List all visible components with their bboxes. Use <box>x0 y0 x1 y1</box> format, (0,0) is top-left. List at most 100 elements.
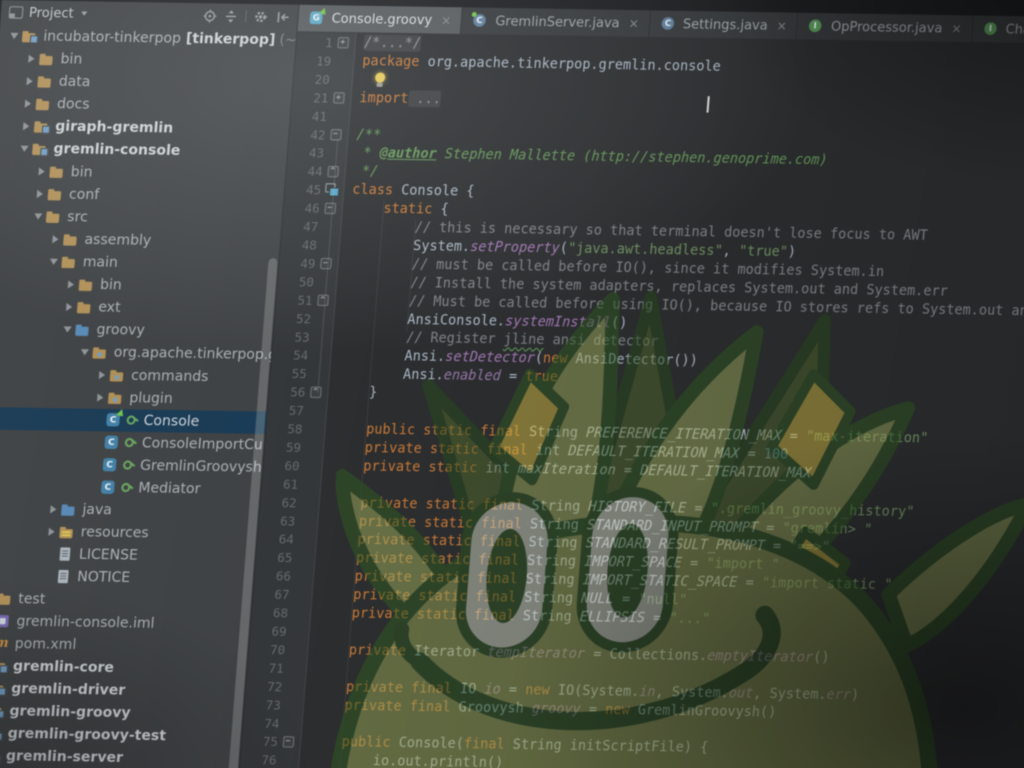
chevron-expanded-icon[interactable] <box>7 33 22 39</box>
fold-plus-icon[interactable]: + <box>337 37 349 48</box>
line-number[interactable]: 1 <box>296 34 333 50</box>
line-number[interactable]: 45 <box>285 181 322 197</box>
gutter-line-71[interactable]: 71 <box>247 658 307 677</box>
gutter-line-42[interactable]: 42− <box>289 124 349 143</box>
gutter-line-51[interactable]: 51 ^ <box>276 290 336 309</box>
line-number[interactable]: 73 <box>244 696 281 712</box>
tree-item-gremlin-server[interactable]: gremlin-server <box>0 744 240 768</box>
chevron-collapsed-icon[interactable] <box>62 303 77 311</box>
gutter-line-64[interactable]: 64 <box>257 529 317 548</box>
gutter-line-72[interactable]: 72 <box>246 676 306 695</box>
line-number[interactable]: 56 <box>269 383 306 399</box>
chevron-collapsed-icon[interactable] <box>21 100 36 108</box>
line-number[interactable]: 72 <box>246 678 283 694</box>
gutter-line-68[interactable]: 68 <box>251 603 311 622</box>
gutter-line-76[interactable]: 76 <box>240 750 300 768</box>
line-number[interactable]: 44 <box>286 163 323 179</box>
chevron-collapsed-icon[interactable] <box>44 528 59 536</box>
gutter-line-46[interactable]: 46− <box>283 198 343 217</box>
gutter-line-47[interactable]: 47 <box>282 216 342 235</box>
gutter-line-1[interactable]: 1+ <box>296 32 356 51</box>
line-number[interactable]: 68 <box>251 604 288 620</box>
line-number[interactable]: 41 <box>290 107 327 123</box>
gutter-line-60[interactable]: 60 <box>263 455 323 474</box>
chevron-collapsed-icon[interactable] <box>34 167 49 175</box>
line-number[interactable]: 51 <box>276 291 313 307</box>
line-number[interactable]: 49 <box>279 255 316 271</box>
gutter-line-19[interactable]: 19 <box>295 51 355 70</box>
chevron-expanded-icon[interactable] <box>60 326 75 332</box>
locate-icon[interactable] <box>203 9 217 22</box>
gutter-line-53[interactable]: 53 <box>273 327 333 346</box>
chevron-collapsed-icon[interactable] <box>24 55 39 63</box>
gutter-line-54[interactable]: 54 <box>272 345 332 364</box>
line-number[interactable]: 74 <box>243 715 280 731</box>
line-number[interactable]: 52 <box>275 310 312 326</box>
fold-end-icon[interactable]: ^ <box>317 294 329 305</box>
fold-end-icon[interactable]: ^ <box>309 386 321 397</box>
line-number[interactable]: 42 <box>289 126 326 142</box>
line-number[interactable]: 62 <box>260 494 297 510</box>
line-number[interactable]: 47 <box>282 218 319 234</box>
gutter-line-75[interactable]: 75− <box>241 731 301 750</box>
chevron-collapsed-icon[interactable] <box>19 122 34 130</box>
chevron-collapsed-icon[interactable] <box>22 77 37 85</box>
line-number[interactable]: 43 <box>287 144 324 160</box>
gutter-line-69[interactable]: 69 <box>250 621 310 640</box>
gutter-line-73[interactable]: 73 <box>244 695 304 714</box>
line-number[interactable]: 54 <box>272 347 309 363</box>
chevron-collapsed-icon[interactable] <box>64 280 79 288</box>
line-number[interactable]: 60 <box>263 457 300 473</box>
tab-gremlinserver-java[interactable]: CGremlinServer.java× <box>461 7 651 37</box>
line-number[interactable]: 70 <box>249 641 286 657</box>
fold-minus-icon[interactable]: − <box>320 257 332 268</box>
line-number[interactable]: 57 <box>267 402 304 418</box>
line-number[interactable]: 46 <box>283 199 320 215</box>
line-number[interactable]: 71 <box>247 659 284 675</box>
collapse-all-icon[interactable] <box>224 9 238 22</box>
gutter-line-55[interactable]: 55 <box>270 363 330 382</box>
line-number[interactable]: 58 <box>266 420 303 436</box>
gutter-line-44[interactable]: 44 ^ <box>286 161 346 180</box>
tab-opprocessor-java[interactable]: IOpProcessor.java× <box>797 13 974 42</box>
tab-channelizer-java[interactable]: IChannelizer.java <box>972 16 1024 45</box>
line-number[interactable]: 75 <box>241 733 278 749</box>
gutter-line-43[interactable]: 43 <box>287 143 347 162</box>
fold-plus-icon[interactable]: + <box>333 92 345 103</box>
line-number[interactable]: 50 <box>277 273 314 289</box>
gutter-line-74[interactable]: 74 <box>243 713 303 732</box>
chevron-collapsed-icon[interactable] <box>95 371 110 379</box>
code-viewport[interactable]: /*...*/package org.apache.tinkerpop.grem… <box>294 33 1024 768</box>
line-number[interactable]: 59 <box>264 439 301 455</box>
chevron-expanded-icon[interactable] <box>17 146 32 152</box>
chevron-expanded-icon[interactable] <box>46 259 61 265</box>
fold-minus-icon[interactable]: − <box>330 129 342 140</box>
gutter-line-65[interactable]: 65 <box>256 547 316 566</box>
close-icon[interactable]: × <box>441 13 452 27</box>
line-number[interactable]: 65 <box>256 549 293 565</box>
chevron-collapsed-icon[interactable] <box>93 393 108 401</box>
chevron-down-icon[interactable] <box>82 12 88 16</box>
gutter-line-61[interactable]: 61 <box>261 474 321 493</box>
fold-end-icon[interactable]: ^ <box>327 165 339 176</box>
line-number[interactable]: 66 <box>254 567 291 583</box>
gutter-line-49[interactable]: 49− <box>279 253 339 272</box>
gutter-line-70[interactable]: 70 <box>248 639 308 658</box>
gutter-line-58[interactable]: 58 <box>266 419 326 438</box>
line-number[interactable]: 67 <box>253 586 290 602</box>
close-icon[interactable]: × <box>951 21 962 35</box>
gutter-line-56[interactable]: 56^ <box>269 382 329 401</box>
gutter-line-67[interactable]: 67 <box>253 584 313 603</box>
chevron-collapsed-icon[interactable] <box>48 235 63 243</box>
gutter-line-52[interactable]: 52 <box>274 308 334 327</box>
line-number[interactable]: 20 <box>293 71 330 87</box>
line-number[interactable]: 48 <box>280 236 317 252</box>
tab-settings-java[interactable]: CSettings.java× <box>649 10 799 39</box>
line-number[interactable]: 19 <box>295 52 332 68</box>
gutter-line-41[interactable]: 41 <box>290 106 350 125</box>
line-number[interactable]: 64 <box>257 531 294 547</box>
fold-minus-icon[interactable]: − <box>282 736 294 747</box>
chevron-collapsed-icon[interactable] <box>33 190 48 198</box>
line-number[interactable]: 61 <box>262 475 299 491</box>
gutter-line-63[interactable]: 63 <box>259 511 319 530</box>
